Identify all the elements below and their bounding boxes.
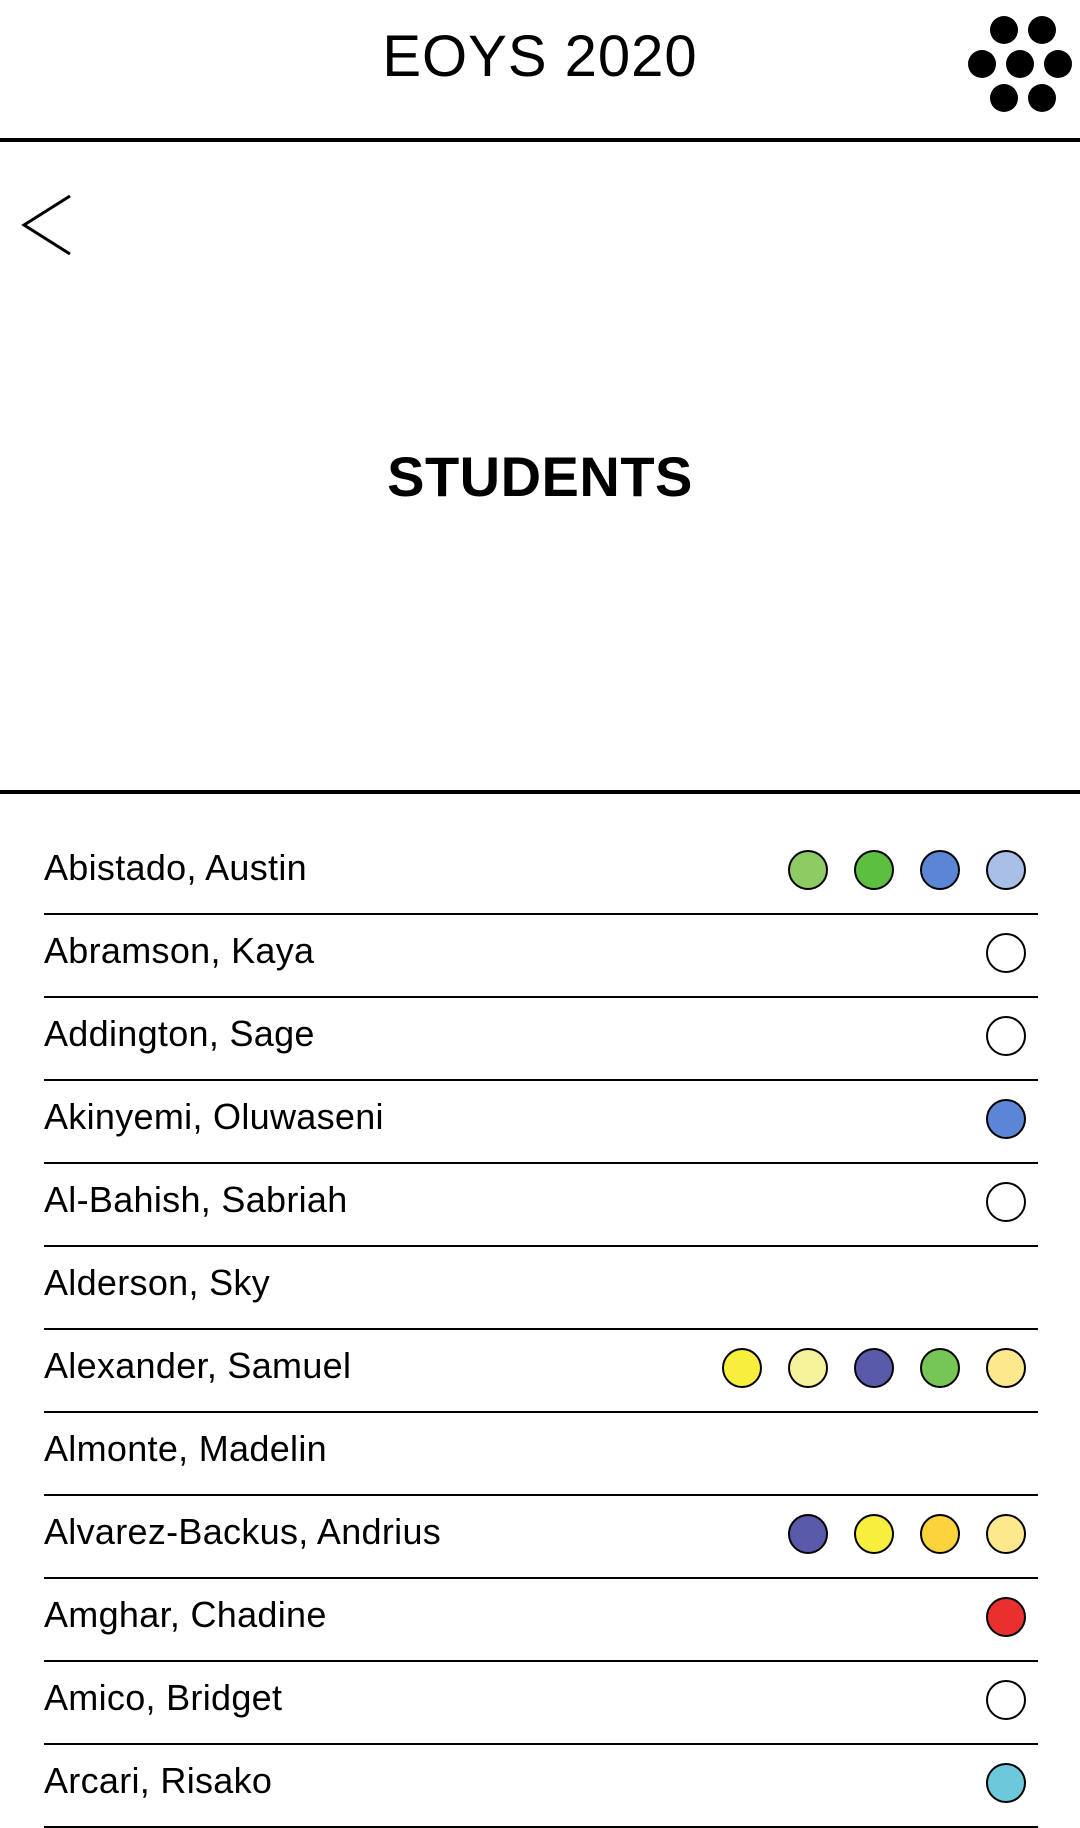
app-title[interactable]: EOYS 2020 (0, 22, 1080, 92)
student-row[interactable]: Amico, Bridget (44, 1662, 1038, 1745)
menu-dot (1028, 84, 1056, 112)
student-name[interactable]: Addington, Sage (44, 1012, 315, 1056)
category-dot (788, 1348, 828, 1388)
student-name[interactable]: Arcari, Risako (44, 1759, 272, 1803)
category-dot (986, 850, 1026, 890)
category-dot (986, 1680, 1026, 1720)
category-dot (986, 1182, 1026, 1222)
student-name[interactable]: Al-Bahish, Sabriah (44, 1178, 348, 1222)
category-dots (986, 1763, 1026, 1803)
menu-dot (990, 84, 1018, 112)
category-dots (986, 1597, 1026, 1637)
menu-dot (990, 16, 1018, 44)
chevron-left-icon[interactable] (18, 192, 78, 258)
category-dot (986, 1016, 1026, 1056)
menu-dot (1044, 50, 1072, 78)
student-name[interactable]: Abramson, Kaya (44, 929, 314, 973)
category-dots (788, 850, 1026, 890)
student-name[interactable]: Abistado, Austin (44, 846, 307, 890)
student-row[interactable]: Al-Bahish, Sabriah (44, 1164, 1038, 1247)
category-dot (920, 850, 960, 890)
student-row[interactable]: Addington, Sage (44, 998, 1038, 1081)
category-dot (788, 1514, 828, 1554)
category-dot (986, 933, 1026, 973)
category-dot (986, 1763, 1026, 1803)
category-dots (986, 1099, 1026, 1139)
student-name[interactable]: Amghar, Chadine (44, 1593, 327, 1637)
category-dot (920, 1514, 960, 1554)
category-dots (986, 1182, 1026, 1222)
student-name[interactable]: Alderson, Sky (44, 1261, 270, 1305)
menu-dot (1006, 50, 1034, 78)
menu-dot (1028, 16, 1056, 44)
category-dot (986, 1099, 1026, 1139)
category-dot (854, 850, 894, 890)
category-dot (986, 1514, 1026, 1554)
category-dots (722, 1348, 1026, 1388)
top-bar: EOYS 2020 (0, 0, 1080, 142)
menu-dot (968, 50, 996, 78)
student-name[interactable]: Almonte, Madelin (44, 1427, 327, 1471)
category-dot (986, 1348, 1026, 1388)
category-dots (788, 1514, 1026, 1554)
category-dot (986, 1597, 1026, 1637)
category-dot (920, 1348, 960, 1388)
dots-menu-icon[interactable] (962, 6, 1074, 118)
page-title: STUDENTS (387, 445, 693, 508)
student-row[interactable]: Alderson, Sky (44, 1247, 1038, 1330)
student-row[interactable]: Akinyemi, Oluwaseni (44, 1081, 1038, 1164)
category-dot (788, 850, 828, 890)
category-dot (722, 1348, 762, 1388)
student-row[interactable]: Arcari, Risako (44, 1745, 1038, 1828)
back-arrow-svg (21, 194, 71, 256)
student-name[interactable]: Alexander, Samuel (44, 1344, 351, 1388)
student-name[interactable]: Amico, Bridget (44, 1676, 282, 1720)
category-dots (986, 1016, 1026, 1056)
category-dots (986, 933, 1026, 973)
student-row[interactable]: Abramson, Kaya (44, 915, 1038, 998)
student-row[interactable]: Amghar, Chadine (44, 1579, 1038, 1662)
student-name[interactable]: Alvarez-Backus, Andrius (44, 1510, 441, 1554)
category-dot (854, 1348, 894, 1388)
student-name[interactable]: Akinyemi, Oluwaseni (44, 1095, 384, 1139)
student-list: Abistado, Austin Abramson, Kaya Addington,… (44, 832, 1038, 1828)
student-row[interactable]: Alvarez-Backus, Andrius (44, 1496, 1038, 1579)
student-row[interactable]: Almonte, Madelin (44, 1413, 1038, 1496)
category-dot (854, 1514, 894, 1554)
page-header: STUDENTS (0, 142, 1080, 794)
category-dots (986, 1680, 1026, 1720)
student-row[interactable]: Abistado, Austin (44, 832, 1038, 915)
student-row[interactable]: Alexander, Samuel (44, 1330, 1038, 1413)
